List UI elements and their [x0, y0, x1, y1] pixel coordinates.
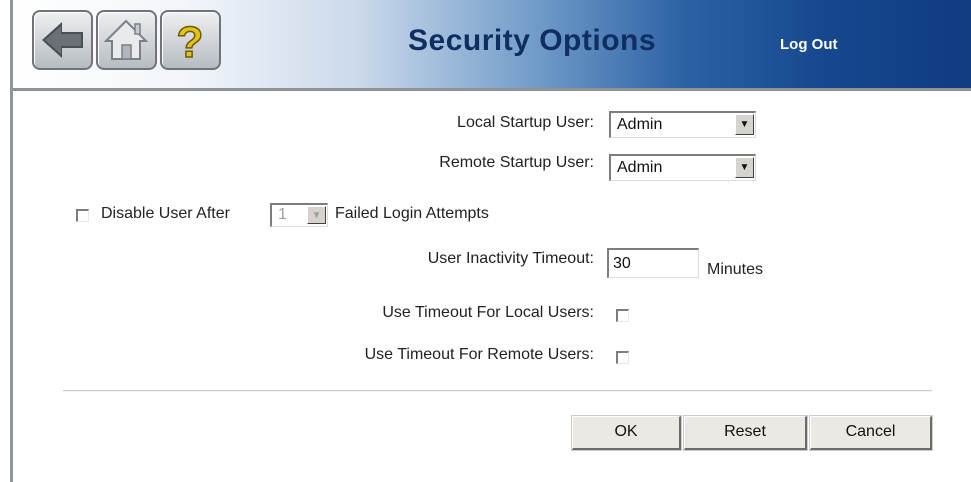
reset-button[interactable]: Reset	[684, 416, 807, 450]
home-icon	[103, 19, 149, 60]
local-startup-user-select[interactable]: Admin ▼	[609, 111, 756, 138]
timeout-local-checkbox[interactable]	[616, 309, 629, 322]
home-button[interactable]	[96, 10, 157, 70]
remote-startup-user-label: Remote Startup User:	[439, 154, 594, 171]
inactivity-timeout-input[interactable]: 30	[607, 248, 699, 278]
failed-attempts-select[interactable]: 1 ▼	[270, 203, 328, 227]
dropdown-arrow-icon[interactable]: ▼	[735, 114, 754, 135]
back-arrow-icon	[42, 22, 83, 58]
failed-attempts-value: 1	[278, 206, 287, 223]
timeout-remote-label: Use Timeout For Remote Users:	[364, 346, 594, 363]
page-title: Security Options	[408, 24, 657, 57]
header-bar: ? Security Options Log Out	[13, 0, 971, 91]
ok-button[interactable]: OK	[572, 416, 681, 450]
inactivity-timeout-label: User Inactivity Timeout:	[427, 250, 594, 267]
timeout-local-label: Use Timeout For Local Users:	[382, 304, 594, 321]
timeout-remote-checkbox[interactable]	[616, 351, 629, 364]
divider	[63, 390, 932, 392]
dropdown-arrow-icon[interactable]: ▼	[735, 157, 754, 178]
local-startup-user-value: Admin	[617, 116, 663, 133]
help-button[interactable]: ?	[160, 10, 221, 70]
back-button[interactable]	[32, 10, 93, 70]
disable-user-checkbox[interactable]	[76, 209, 89, 222]
cancel-button[interactable]: Cancel	[810, 416, 932, 450]
logout-link[interactable]: Log Out	[780, 36, 837, 53]
disable-user-suffix-label: Failed Login Attempts	[335, 205, 489, 222]
disable-user-prefix-label: Disable User After	[101, 205, 230, 222]
dropdown-arrow-icon[interactable]: ▼	[307, 206, 326, 224]
inactivity-timeout-unit: Minutes	[707, 261, 764, 278]
remote-startup-user-select[interactable]: Admin ▼	[609, 154, 756, 181]
remote-startup-user-value: Admin	[617, 159, 663, 176]
help-question-icon: ?	[176, 17, 204, 68]
local-startup-user-label: Local Startup User:	[457, 114, 594, 131]
svg-text:?: ?	[177, 18, 204, 67]
